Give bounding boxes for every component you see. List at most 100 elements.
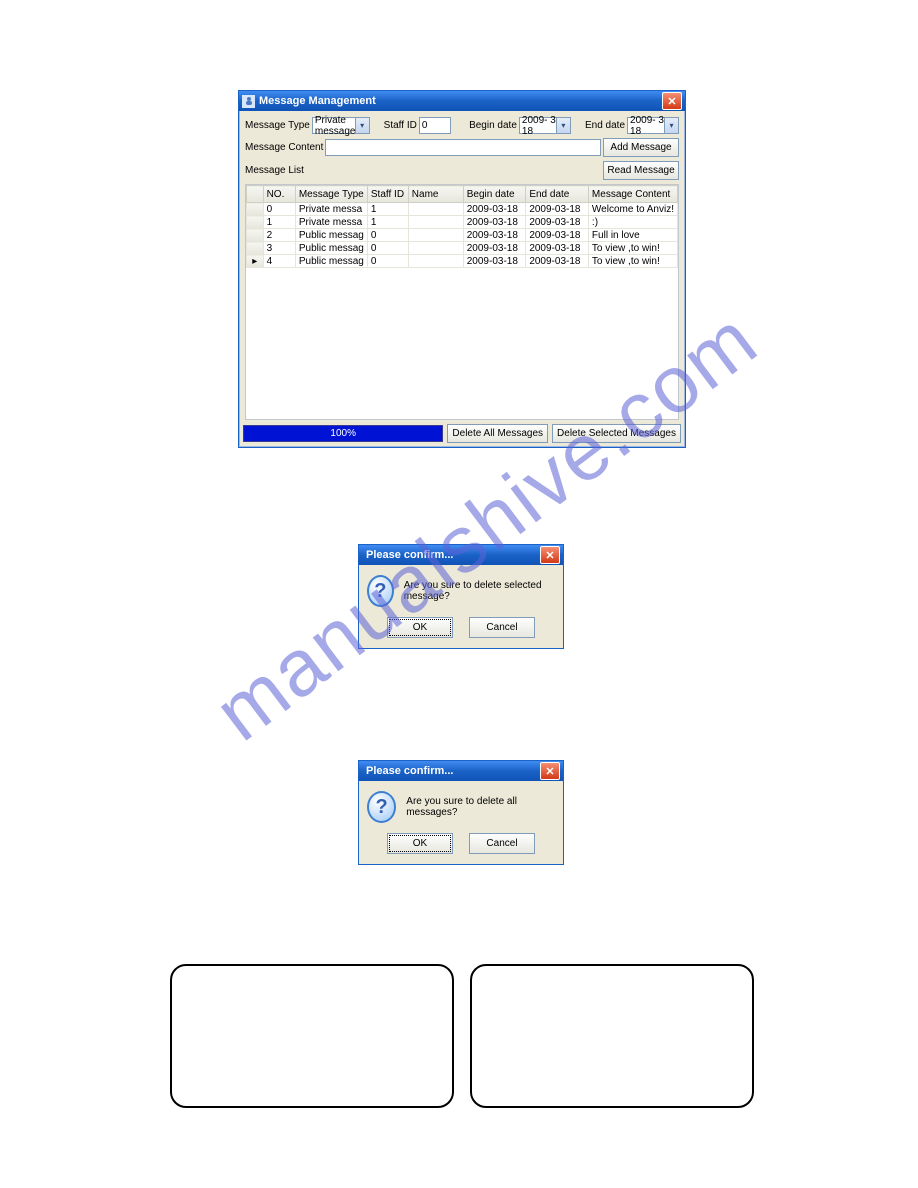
cell-no: 4 xyxy=(263,255,295,268)
cell-begin: 2009-03-18 xyxy=(463,242,526,255)
dialog-buttons: OK Cancel xyxy=(359,833,563,864)
cell-type: Public messag xyxy=(295,255,367,268)
cell-begin: 2009-03-18 xyxy=(463,216,526,229)
cancel-button[interactable]: Cancel xyxy=(469,617,535,638)
chevron-down-icon: ▾ xyxy=(664,118,678,133)
begin-date-label: Begin date xyxy=(469,120,517,131)
cell-no: 2 xyxy=(263,229,295,242)
table-row[interactable]: 3Public messag02009-03-182009-03-18To vi… xyxy=(247,242,678,255)
titlebar: Message Management ✕ xyxy=(239,91,685,111)
cell-end: 2009-03-18 xyxy=(526,255,589,268)
cell-name xyxy=(408,216,463,229)
cell-staff: 0 xyxy=(367,255,408,268)
table-row[interactable]: 0Private messa12009-03-182009-03-18Welco… xyxy=(247,203,678,216)
row-marker xyxy=(247,242,264,255)
read-message-button[interactable]: Read Message xyxy=(603,161,679,180)
titlebar: Please confirm... ✕ xyxy=(359,545,563,565)
end-date-picker[interactable]: 2009- 3-18 ▾ xyxy=(627,117,679,134)
dialog-buttons: OK Cancel xyxy=(359,617,563,648)
close-icon: ✕ xyxy=(545,549,554,562)
row-marker xyxy=(247,203,264,216)
col-begin[interactable]: Begin date xyxy=(463,186,526,203)
cell-no: 3 xyxy=(263,242,295,255)
filter-row-3: Message List Read Message xyxy=(245,161,679,180)
dialog-body: ? Are you sure to delete selected messag… xyxy=(359,565,563,617)
end-date-label: End date xyxy=(585,120,625,131)
message-type-select[interactable]: Private message ▾ xyxy=(312,117,370,134)
begin-date-picker[interactable]: 2009- 3-18 ▾ xyxy=(519,117,571,134)
delete-selected-button[interactable]: Delete Selected Messages xyxy=(552,424,681,443)
row-marker: ▸ xyxy=(247,255,264,268)
staff-id-value: 0 xyxy=(422,120,428,131)
delete-all-button[interactable]: Delete All Messages xyxy=(447,424,548,443)
window-title: Message Management xyxy=(259,95,662,107)
close-button[interactable]: ✕ xyxy=(540,546,560,564)
close-icon: ✕ xyxy=(545,765,554,778)
staff-id-label: Staff ID xyxy=(384,120,417,131)
message-type-label: Message Type xyxy=(245,120,310,131)
message-table: NO. Message Type Staff ID Name Begin dat… xyxy=(246,185,678,268)
row-marker-header xyxy=(247,186,264,203)
row-marker xyxy=(247,229,264,242)
cell-begin: 2009-03-18 xyxy=(463,255,526,268)
footer-box-left xyxy=(170,964,454,1108)
dialog-title: Please confirm... xyxy=(362,765,540,777)
row-marker xyxy=(247,216,264,229)
chevron-down-icon: ▾ xyxy=(556,118,570,133)
table-row[interactable]: 1Private messa12009-03-182009-03-18:) xyxy=(247,216,678,229)
cell-no: 0 xyxy=(263,203,295,216)
col-staff[interactable]: Staff ID xyxy=(367,186,408,203)
message-content-label: Message Content xyxy=(245,142,323,153)
footer-box-right xyxy=(470,964,754,1108)
dialog-message: Are you sure to delete all messages? xyxy=(406,796,555,818)
message-grid[interactable]: NO. Message Type Staff ID Name Begin dat… xyxy=(245,184,679,420)
table-header-row: NO. Message Type Staff ID Name Begin dat… xyxy=(247,186,678,203)
message-content-input[interactable] xyxy=(325,139,601,156)
cell-type: Private messa xyxy=(295,216,367,229)
message-list-label: Message List xyxy=(245,165,304,176)
cell-no: 1 xyxy=(263,216,295,229)
cell-type: Private messa xyxy=(295,203,367,216)
message-management-window: Message Management ✕ Message Type Privat… xyxy=(238,90,686,448)
add-message-button[interactable]: Add Message xyxy=(603,138,679,157)
cell-begin: 2009-03-18 xyxy=(463,203,526,216)
col-no[interactable]: NO. xyxy=(263,186,295,203)
cell-end: 2009-03-18 xyxy=(526,203,589,216)
table-row[interactable]: 2Public messag02009-03-182009-03-18Full … xyxy=(247,229,678,242)
ok-button[interactable]: OK xyxy=(387,617,453,638)
cell-content: :) xyxy=(588,216,677,229)
question-icon: ? xyxy=(367,791,396,823)
app-icon xyxy=(242,95,255,108)
cell-name xyxy=(408,255,463,268)
close-button[interactable]: ✕ xyxy=(540,762,560,780)
dialog-message: Are you sure to delete selected message? xyxy=(404,580,555,602)
ok-button[interactable]: OK xyxy=(387,833,453,854)
close-icon: ✕ xyxy=(667,95,676,108)
cancel-button[interactable]: Cancel xyxy=(469,833,535,854)
col-type[interactable]: Message Type xyxy=(295,186,367,203)
filter-row-1: Message Type Private message ▾ Staff ID … xyxy=(245,117,679,134)
col-end[interactable]: End date xyxy=(526,186,589,203)
filter-form: Message Type Private message ▾ Staff ID … xyxy=(239,111,685,182)
cell-end: 2009-03-18 xyxy=(526,229,589,242)
question-icon: ? xyxy=(367,575,394,607)
cell-name xyxy=(408,242,463,255)
cell-end: 2009-03-18 xyxy=(526,216,589,229)
chevron-down-icon: ▾ xyxy=(355,118,369,133)
progress-bar: 100% xyxy=(243,425,443,442)
table-row[interactable]: ▸4Public messag02009-03-182009-03-18To v… xyxy=(247,255,678,268)
cell-type: Public messag xyxy=(295,242,367,255)
close-button[interactable]: ✕ xyxy=(662,92,682,110)
confirm-delete-selected-dialog: Please confirm... ✕ ? Are you sure to de… xyxy=(358,544,564,649)
cell-begin: 2009-03-18 xyxy=(463,229,526,242)
cell-staff: 1 xyxy=(367,203,408,216)
dialog-body: ? Are you sure to delete all messages? xyxy=(359,781,563,833)
filter-row-2: Message Content Add Message xyxy=(245,138,679,157)
col-content[interactable]: Message Content xyxy=(588,186,677,203)
dialog-title: Please confirm... xyxy=(362,549,540,561)
staff-id-input[interactable]: 0 xyxy=(419,117,451,134)
confirm-delete-all-dialog: Please confirm... ✕ ? Are you sure to de… xyxy=(358,760,564,865)
cell-content: Full in love xyxy=(588,229,677,242)
cell-staff: 0 xyxy=(367,229,408,242)
col-name[interactable]: Name xyxy=(408,186,463,203)
